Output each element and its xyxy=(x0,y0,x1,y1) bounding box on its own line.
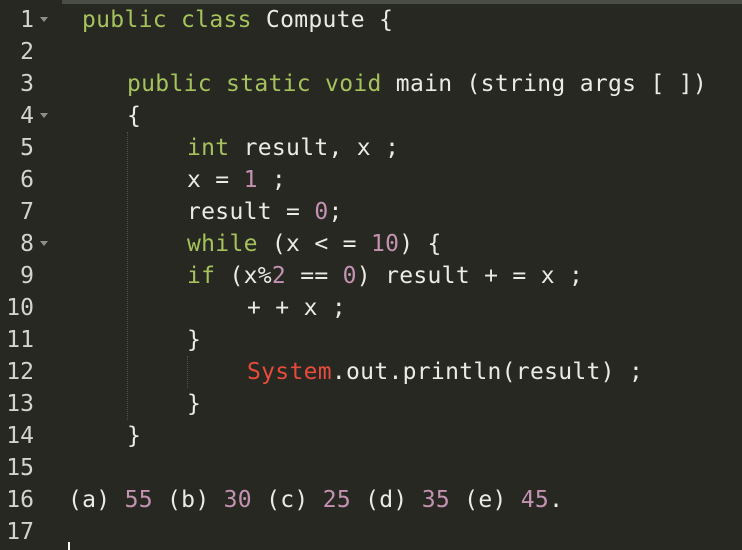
number-literal: 2 xyxy=(271,263,287,289)
line-number: 10 xyxy=(6,295,34,321)
code-line-1: public class Compute { xyxy=(82,4,393,36)
line-number: 14 xyxy=(6,423,34,449)
option-label: (b) xyxy=(152,487,224,513)
line-number: 8 xyxy=(20,231,34,257)
fold-arrow-icon[interactable] xyxy=(40,241,48,246)
line-number: 3 xyxy=(20,71,34,97)
line-number: 11 xyxy=(6,327,34,353)
code-line-13: } xyxy=(187,388,201,420)
code-line-6: x = 1 ; xyxy=(187,164,286,196)
fold-arrow-icon[interactable] xyxy=(40,113,48,118)
class-name: System xyxy=(247,359,332,385)
line-number: 16 xyxy=(6,487,34,513)
line-number: 12 xyxy=(6,359,34,385)
code-line-3: public static void main (string args [ ]… xyxy=(127,68,707,100)
option-label: (c) xyxy=(251,487,323,513)
fold-arrow-icon[interactable] xyxy=(40,17,48,22)
line-number: 17 xyxy=(6,519,34,545)
code-line-8: while (x < = 10) { xyxy=(187,228,442,260)
option-label: (d) xyxy=(350,487,422,513)
line-number: 6 xyxy=(20,167,34,193)
code-line-16: (a) 55 (b) 30 (c) 25 (d) 35 (e) 45. xyxy=(68,484,563,516)
code-text: ) result + = x ; xyxy=(356,263,584,289)
indent-guide xyxy=(127,132,128,420)
line-number: 4 xyxy=(20,103,34,129)
code-text: result = xyxy=(187,199,315,225)
option-value: 35 xyxy=(421,487,451,513)
code-text: ) { xyxy=(399,231,442,257)
code-text: } xyxy=(187,391,202,417)
line-number: 1 xyxy=(20,7,34,33)
number-literal: 10 xyxy=(370,231,400,257)
number-literal: 0 xyxy=(342,263,357,289)
code-line-11: } xyxy=(187,324,201,356)
code-line-4: { xyxy=(127,100,141,132)
code-editor[interactable]: 1 2 3 4 5 6 7 8 9 10 11 12 13 14 15 16 1… xyxy=(0,0,742,550)
code-text: + + x ; xyxy=(247,295,347,321)
line-number-gutter: 1 2 3 4 5 6 7 8 9 10 11 12 13 14 15 16 1… xyxy=(0,0,62,550)
line-number: 13 xyxy=(6,391,34,417)
option-value: 45 xyxy=(520,487,550,513)
code-line-9: if (x%2 == 0) result + = x ; xyxy=(187,260,583,292)
line-number: 5 xyxy=(20,135,34,161)
code-text: } xyxy=(187,327,202,353)
line-number: 7 xyxy=(20,199,34,225)
option-value: 25 xyxy=(322,487,351,513)
keyword: public static void xyxy=(127,71,382,97)
number-literal: 0 xyxy=(314,199,329,225)
keyword: public class xyxy=(82,7,252,33)
keyword: int xyxy=(187,135,230,161)
code-text: ; xyxy=(328,199,343,225)
code-text: } xyxy=(127,423,142,449)
number-literal: 1 xyxy=(243,167,258,193)
code-line-7: result = 0; xyxy=(187,196,343,228)
line-number: 15 xyxy=(6,455,34,481)
code-line-5: int result, x ; xyxy=(187,132,399,164)
code-line-12: System.out.println(result) ; xyxy=(247,356,643,388)
option-label: (a) xyxy=(68,487,125,513)
option-value: 30 xyxy=(223,487,252,513)
option-value: 55 xyxy=(124,487,153,513)
code-text: { xyxy=(127,103,142,129)
code-line-14: } xyxy=(127,420,141,452)
indent-guide xyxy=(187,356,188,388)
code-text: main (string args [ ]) xyxy=(381,71,708,97)
code-line-10: + + x ; xyxy=(247,292,346,324)
code-text: Compute { xyxy=(251,7,394,33)
keyword: while xyxy=(187,231,258,257)
option-label: (e) xyxy=(450,487,521,513)
code-text: x = xyxy=(187,167,244,193)
line-number: 9 xyxy=(20,263,34,289)
code-text: . xyxy=(549,487,564,513)
code-text: (x < = xyxy=(257,231,371,257)
code-text: result, x ; xyxy=(229,135,400,161)
code-text: (x% xyxy=(215,263,272,289)
line-number: 2 xyxy=(20,39,34,65)
code-text: == xyxy=(286,263,343,289)
code-text: .out.println(result) ; xyxy=(331,359,644,385)
keyword: if xyxy=(187,263,216,289)
text-cursor xyxy=(68,542,70,550)
code-text: ; xyxy=(257,167,287,193)
